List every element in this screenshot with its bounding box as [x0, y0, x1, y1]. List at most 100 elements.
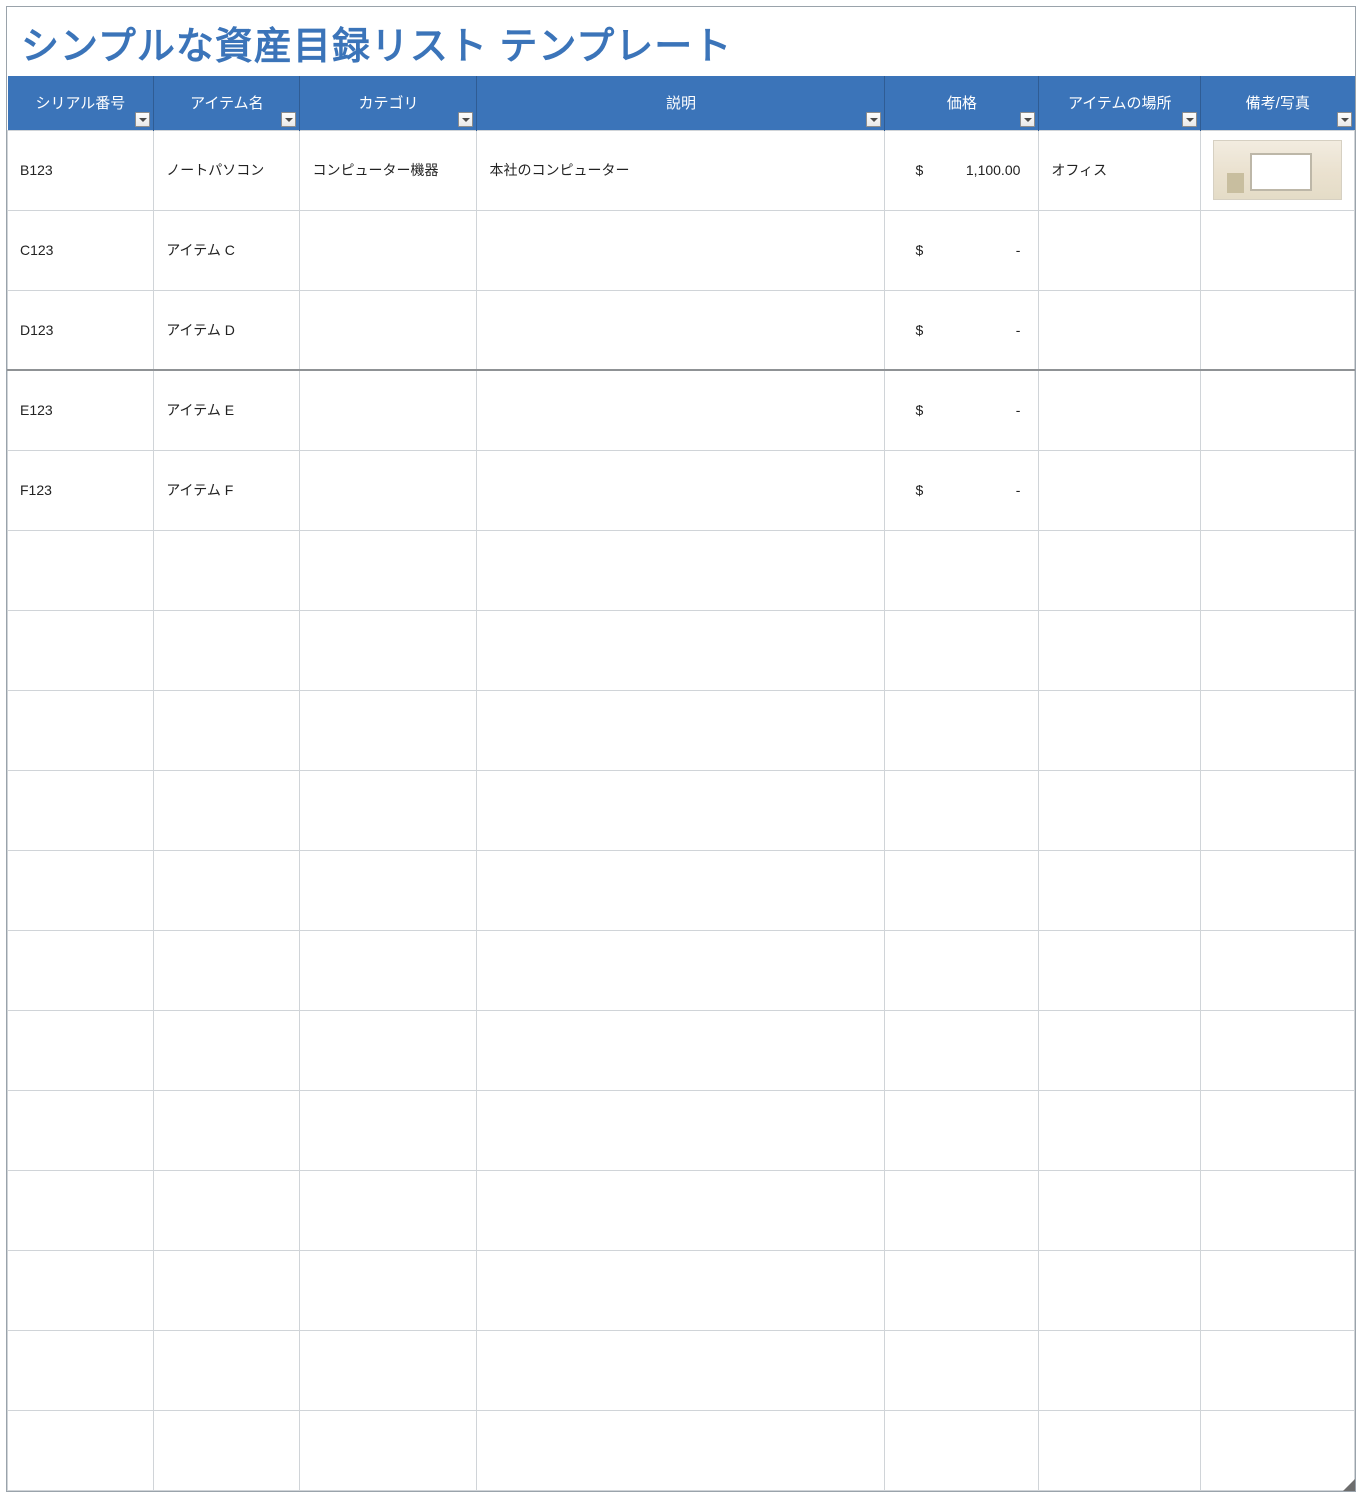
- cell-price[interactable]: $-: [885, 370, 1039, 450]
- col-header-serial[interactable]: シリアル番号: [8, 76, 154, 130]
- cell-item[interactable]: [154, 690, 300, 770]
- cell-note[interactable]: [1201, 450, 1355, 530]
- filter-dropdown-icon[interactable]: [281, 112, 296, 127]
- cell-price[interactable]: [885, 1330, 1039, 1410]
- filter-dropdown-icon[interactable]: [1337, 112, 1352, 127]
- cell-price[interactable]: [885, 1010, 1039, 1090]
- cell-serial[interactable]: B123: [8, 130, 154, 210]
- cell-desc[interactable]: [477, 1170, 885, 1250]
- cell-location[interactable]: [1039, 1090, 1201, 1170]
- cell-item[interactable]: [154, 530, 300, 610]
- table-row[interactable]: C123アイテム C$-: [8, 210, 1355, 290]
- table-row[interactable]: [8, 770, 1355, 850]
- table-row[interactable]: [8, 690, 1355, 770]
- filter-dropdown-icon[interactable]: [866, 112, 881, 127]
- cell-desc[interactable]: 本社のコンピューター: [477, 130, 885, 210]
- cell-price[interactable]: [885, 1090, 1039, 1170]
- cell-item[interactable]: [154, 1090, 300, 1170]
- cell-note[interactable]: [1201, 130, 1355, 210]
- cell-price[interactable]: [885, 1170, 1039, 1250]
- table-row[interactable]: E123アイテム E$-: [8, 370, 1355, 450]
- cell-location[interactable]: [1039, 370, 1201, 450]
- cell-serial[interactable]: [8, 690, 154, 770]
- cell-note[interactable]: [1201, 770, 1355, 850]
- cell-location[interactable]: [1039, 210, 1201, 290]
- table-row[interactable]: F123アイテム F$-: [8, 450, 1355, 530]
- cell-item[interactable]: [154, 850, 300, 930]
- cell-serial[interactable]: [8, 850, 154, 930]
- cell-price[interactable]: $-: [885, 290, 1039, 370]
- cell-note[interactable]: [1201, 290, 1355, 370]
- cell-desc[interactable]: [477, 210, 885, 290]
- cell-price[interactable]: $-: [885, 450, 1039, 530]
- cell-serial[interactable]: [8, 930, 154, 1010]
- table-row[interactable]: [8, 1170, 1355, 1250]
- cell-note[interactable]: [1201, 210, 1355, 290]
- photo-thumbnail[interactable]: [1213, 140, 1342, 200]
- cell-price[interactable]: [885, 1410, 1039, 1490]
- cell-item[interactable]: [154, 610, 300, 690]
- table-row[interactable]: [8, 1330, 1355, 1410]
- cell-location[interactable]: [1039, 690, 1201, 770]
- cell-note[interactable]: [1201, 1170, 1355, 1250]
- table-row[interactable]: [8, 1010, 1355, 1090]
- cell-desc[interactable]: [477, 610, 885, 690]
- cell-price[interactable]: [885, 610, 1039, 690]
- cell-category[interactable]: [300, 610, 477, 690]
- cell-location[interactable]: [1039, 1330, 1201, 1410]
- cell-desc[interactable]: [477, 1090, 885, 1170]
- cell-location[interactable]: [1039, 1250, 1201, 1330]
- cell-serial[interactable]: [8, 1170, 154, 1250]
- cell-serial[interactable]: [8, 770, 154, 850]
- cell-category[interactable]: [300, 450, 477, 530]
- cell-serial[interactable]: [8, 1410, 154, 1490]
- cell-desc[interactable]: [477, 1330, 885, 1410]
- col-header-price[interactable]: 価格: [885, 76, 1039, 130]
- table-row[interactable]: [8, 850, 1355, 930]
- table-row[interactable]: B123ノートパソコンコンピューター機器本社のコンピューター$1,100.00オ…: [8, 130, 1355, 210]
- cell-location[interactable]: [1039, 930, 1201, 1010]
- cell-item[interactable]: [154, 1410, 300, 1490]
- cell-location[interactable]: [1039, 610, 1201, 690]
- cell-note[interactable]: [1201, 370, 1355, 450]
- filter-dropdown-icon[interactable]: [1020, 112, 1035, 127]
- cell-desc[interactable]: [477, 1010, 885, 1090]
- cell-note[interactable]: [1201, 690, 1355, 770]
- cell-location[interactable]: [1039, 1010, 1201, 1090]
- cell-price[interactable]: [885, 530, 1039, 610]
- cell-location[interactable]: [1039, 1410, 1201, 1490]
- table-row[interactable]: [8, 1250, 1355, 1330]
- cell-category[interactable]: [300, 1170, 477, 1250]
- cell-category[interactable]: [300, 1410, 477, 1490]
- cell-note[interactable]: [1201, 1250, 1355, 1330]
- cell-serial[interactable]: F123: [8, 450, 154, 530]
- col-header-note[interactable]: 備考/写真: [1201, 76, 1355, 130]
- cell-location[interactable]: [1039, 450, 1201, 530]
- cell-location[interactable]: オフィス: [1039, 130, 1201, 210]
- cell-category[interactable]: [300, 370, 477, 450]
- col-header-desc[interactable]: 説明: [477, 76, 885, 130]
- cell-price[interactable]: [885, 850, 1039, 930]
- table-row[interactable]: D123アイテム D$-: [8, 290, 1355, 370]
- cell-desc[interactable]: [477, 370, 885, 450]
- cell-desc[interactable]: [477, 290, 885, 370]
- cell-serial[interactable]: [8, 1330, 154, 1410]
- cell-serial[interactable]: [8, 1250, 154, 1330]
- table-row[interactable]: [8, 930, 1355, 1010]
- table-row[interactable]: [8, 1410, 1355, 1490]
- filter-dropdown-icon[interactable]: [1182, 112, 1197, 127]
- cell-price[interactable]: [885, 770, 1039, 850]
- cell-category[interactable]: [300, 690, 477, 770]
- cell-price[interactable]: [885, 690, 1039, 770]
- table-row[interactable]: [8, 1090, 1355, 1170]
- cell-item[interactable]: [154, 1330, 300, 1410]
- cell-desc[interactable]: [477, 1250, 885, 1330]
- cell-desc[interactable]: [477, 450, 885, 530]
- cell-price[interactable]: [885, 1250, 1039, 1330]
- cell-item[interactable]: アイテム D: [154, 290, 300, 370]
- cell-item[interactable]: ノートパソコン: [154, 130, 300, 210]
- cell-category[interactable]: [300, 1330, 477, 1410]
- cell-note[interactable]: [1201, 930, 1355, 1010]
- cell-item[interactable]: [154, 1250, 300, 1330]
- table-resize-handle-icon[interactable]: [1343, 1479, 1355, 1491]
